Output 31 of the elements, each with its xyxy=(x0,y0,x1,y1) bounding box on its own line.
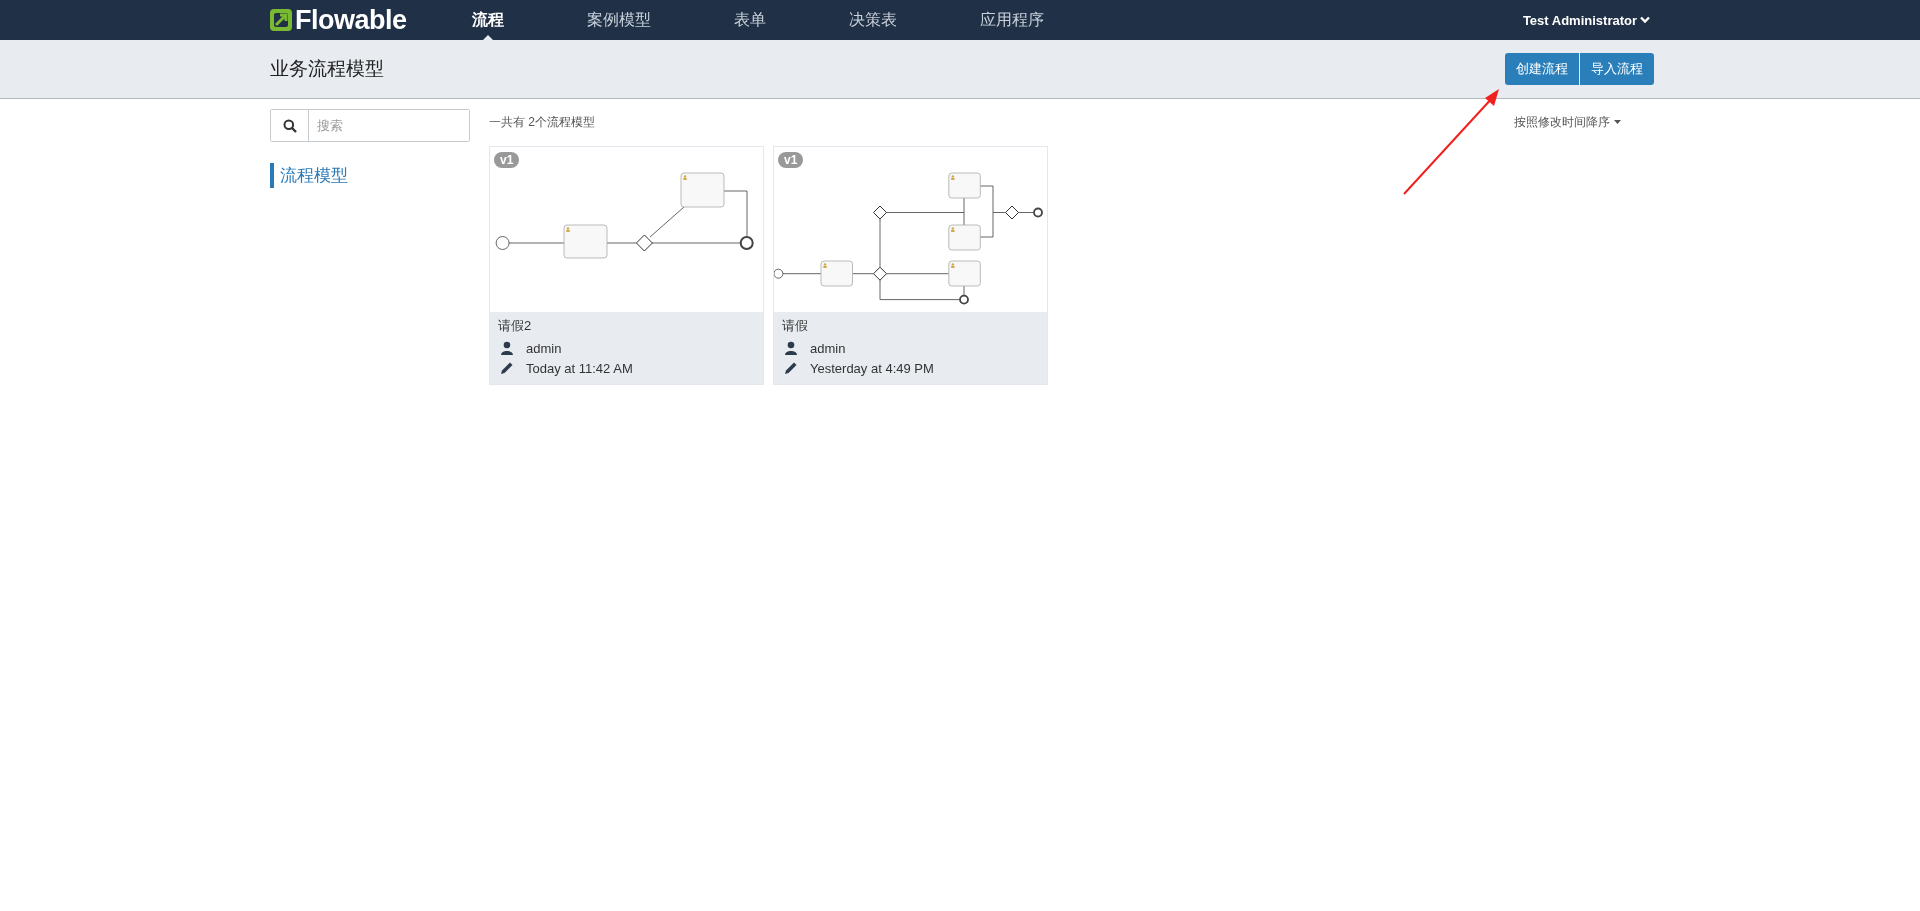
modified-time: Today at 11:42 AM xyxy=(526,360,633,376)
user-menu[interactable]: Test Administrator xyxy=(1517,12,1655,28)
nav-tab[interactable]: 表单 xyxy=(710,0,790,40)
logo-icon xyxy=(270,9,292,31)
modified-time: Yesterday at 4:49 PM xyxy=(810,360,934,376)
model-name: 请假 xyxy=(782,317,809,335)
model-name: 请假2 xyxy=(498,317,533,335)
page-title: 业务流程模型 xyxy=(270,57,384,81)
nav-tab[interactable]: 应用程序 xyxy=(956,0,1068,40)
nav-tab[interactable]: 决策表 xyxy=(825,0,921,40)
search-icon xyxy=(282,118,297,133)
model-count: 一共有 2个流程模型 xyxy=(489,113,595,131)
toolbar-button[interactable]: 导入流程 xyxy=(1580,53,1654,85)
user-icon xyxy=(500,341,514,355)
search-button[interactable] xyxy=(271,110,309,141)
caret-icon xyxy=(1614,120,1621,124)
chevron-down-icon xyxy=(1640,16,1650,24)
sort-dropdown[interactable]: 按照修改时间降序 xyxy=(1514,113,1621,131)
nav-tab[interactable]: 案例模型 xyxy=(563,0,675,40)
model-author: admin xyxy=(810,340,846,356)
user-icon xyxy=(784,341,798,355)
toolbar-button[interactable]: 创建流程 xyxy=(1505,53,1580,85)
model-author: admin xyxy=(526,340,562,356)
nav-tab[interactable]: 流程 xyxy=(448,0,528,40)
flowable-logo: Flowable xyxy=(270,4,448,36)
version-badge: v1 xyxy=(778,152,804,168)
search-field[interactable]: 搜索 xyxy=(270,109,470,142)
pencil-icon xyxy=(500,361,514,375)
version-badge: v1 xyxy=(494,152,520,168)
pencil-icon xyxy=(784,361,798,375)
sidebar-item[interactable]: 流程模型 xyxy=(270,163,354,188)
